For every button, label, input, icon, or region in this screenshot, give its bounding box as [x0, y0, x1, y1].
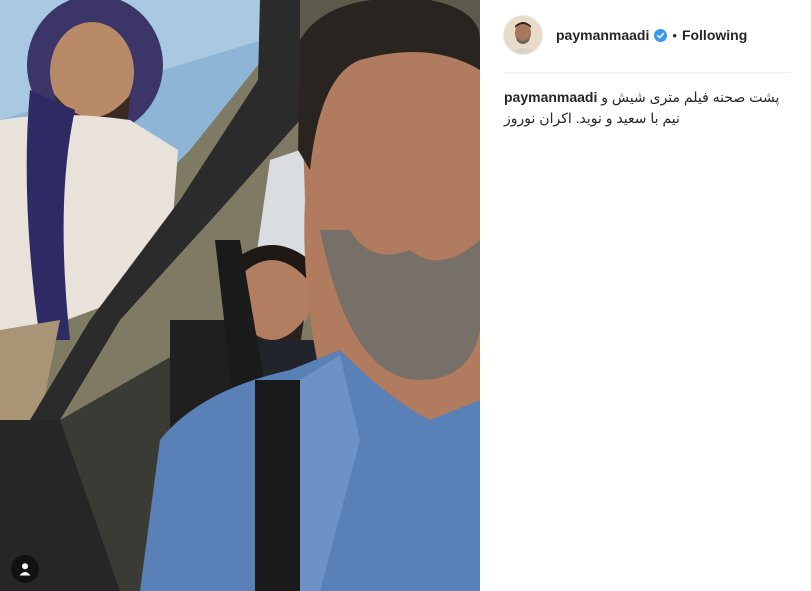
username-link[interactable]: paymanmaadi	[556, 27, 649, 43]
caption-username[interactable]: paymanmaadi	[504, 89, 597, 105]
post-photo[interactable]	[0, 0, 480, 591]
post-header: paymanmaadi • Following	[504, 14, 793, 56]
user-tag-icon	[19, 563, 31, 576]
avatar-image	[504, 16, 542, 54]
following-button[interactable]: Following	[682, 27, 747, 43]
post-sidebar: paymanmaadi • Following paymanmaadi پشت …	[480, 0, 811, 591]
user-tags-button[interactable]	[11, 555, 39, 583]
post-image	[0, 0, 480, 591]
avatar[interactable]	[504, 16, 542, 54]
verified-badge-icon	[654, 28, 668, 42]
header-divider	[504, 72, 791, 73]
header-separator: •	[672, 27, 677, 43]
post-caption: paymanmaadi پشت صحنه فیلم متری شیش و نیم…	[504, 87, 787, 129]
